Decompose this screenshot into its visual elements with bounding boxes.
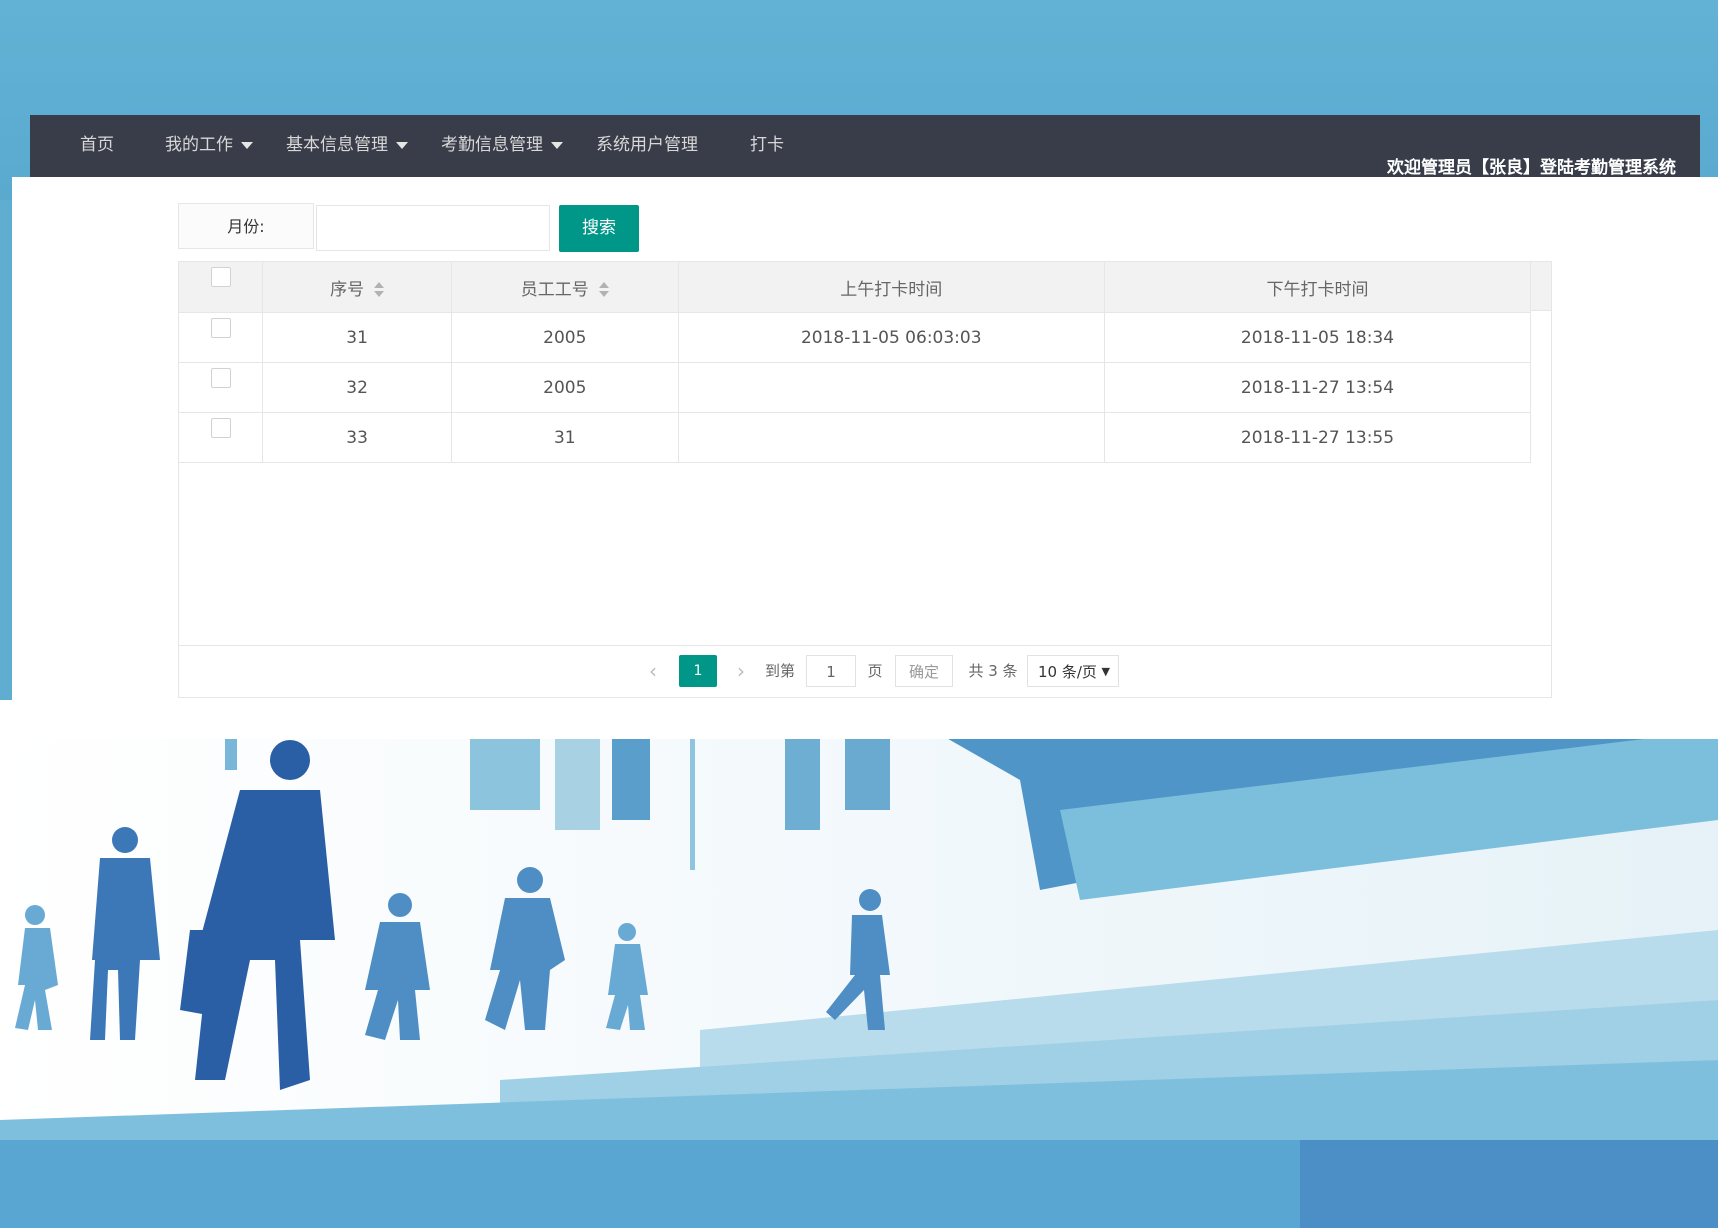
search-button[interactable]: 搜索	[559, 205, 639, 252]
header-scroll-filler	[1531, 262, 1551, 311]
table-row: 33 31 2018-11-27 13:55	[179, 412, 1532, 463]
welcome-text: 欢迎管理员【张良】登陆考勤管理系统	[1387, 158, 1676, 178]
goto-confirm-button[interactable]: 确定	[895, 655, 953, 687]
nav-system-users[interactable]: 系统用户管理	[596, 115, 698, 177]
data-table: 序号 员工工号 上午打卡时间 下午打卡时间 31 2005 2018-11-05…	[179, 262, 1532, 463]
cell-emp-no: 2005	[451, 362, 679, 413]
attendance-table: 序号 员工工号 上午打卡时间 下午打卡时间 31 2005 2018-11-05…	[178, 261, 1552, 698]
nav-attendance-info[interactable]: 考勤信息管理	[441, 115, 563, 177]
total-count: 共 3 条	[968, 662, 1018, 680]
table-row: 31 2005 2018-11-05 06:03:03 2018-11-05 1…	[179, 312, 1532, 363]
cell-am-time: 2018-11-05 06:03:03	[678, 312, 1105, 363]
cell-emp-no: 2005	[451, 312, 679, 363]
column-header-emp-no[interactable]: 员工工号	[451, 262, 679, 313]
sort-icon[interactable]	[374, 281, 385, 298]
content-panel: 月份: 搜索 序号 员工工号 上午打卡时间 下午打卡时间 31 2005 201…	[12, 177, 1718, 739]
column-header-pm-time-label: 下午打卡时间	[1266, 279, 1369, 300]
page-1-button[interactable]: 1	[679, 655, 717, 687]
prev-page-icon[interactable]: ‹	[643, 655, 663, 687]
cell-emp-no: 31	[451, 412, 679, 463]
month-label: 月份:	[178, 203, 314, 249]
column-header-id-label: 序号	[330, 279, 365, 300]
column-header-pm-time: 下午打卡时间	[1104, 262, 1532, 313]
row-checkbox[interactable]	[210, 417, 231, 438]
row-select-cell	[179, 412, 264, 463]
nav-basic-info[interactable]: 基本信息管理	[286, 115, 408, 177]
cell-am-time	[678, 412, 1105, 463]
caret-down-icon	[241, 141, 253, 149]
cell-id: 32	[262, 362, 452, 413]
next-page-icon[interactable]: ›	[731, 655, 751, 687]
goto-page-input[interactable]: 1	[806, 655, 856, 687]
row-checkbox[interactable]	[210, 317, 231, 338]
month-input[interactable]	[316, 205, 550, 251]
nav-my-work[interactable]: 我的工作	[165, 115, 253, 177]
row-select-cell	[179, 312, 264, 363]
nav-basic-info-label: 基本信息管理	[286, 135, 388, 155]
cell-pm-time: 2018-11-27 13:55	[1104, 412, 1532, 463]
row-select-cell	[179, 362, 264, 413]
caret-down-icon	[396, 141, 408, 149]
goto-label: 到第	[764, 662, 795, 680]
nav-attendance-info-label: 考勤信息管理	[441, 135, 543, 155]
nav-clock-in-label: 打卡	[750, 135, 784, 155]
cell-am-time	[678, 362, 1105, 413]
nav-clock-in[interactable]: 打卡	[750, 115, 784, 177]
nav-system-users-label: 系统用户管理	[596, 135, 698, 155]
top-navbar: 首页 我的工作 基本信息管理 考勤信息管理 系统用户管理 打卡 欢迎管理员【张良…	[30, 115, 1700, 178]
page-size-value: 10 条/页	[1038, 663, 1097, 681]
background-city-illustration	[0, 700, 1718, 1228]
nav-my-work-label: 我的工作	[165, 135, 233, 155]
row-checkbox[interactable]	[210, 367, 231, 388]
column-header-id[interactable]: 序号	[262, 262, 452, 313]
caret-down-icon	[551, 141, 563, 149]
cell-id: 33	[262, 412, 452, 463]
cell-pm-time: 2018-11-05 18:34	[1104, 312, 1532, 363]
dropdown-arrow-icon: ▼	[1101, 665, 1110, 678]
page-unit-label: 页	[867, 662, 883, 680]
sort-icon[interactable]	[598, 281, 609, 298]
table-row: 32 2005 2018-11-27 13:54	[179, 362, 1532, 413]
column-header-am-time: 上午打卡时间	[678, 262, 1105, 313]
nav-home[interactable]: 首页	[80, 115, 114, 177]
cell-id: 31	[262, 312, 452, 363]
column-header-emp-no-label: 员工工号	[520, 279, 589, 300]
table-header-row: 序号 员工工号 上午打卡时间 下午打卡时间	[179, 262, 1532, 313]
cell-pm-time: 2018-11-27 13:54	[1104, 362, 1532, 413]
page-size-select[interactable]: 10 条/页 ▼	[1027, 655, 1119, 687]
column-header-am-time-label: 上午打卡时间	[840, 279, 943, 300]
select-all-checkbox[interactable]	[210, 267, 231, 287]
nav-home-label: 首页	[80, 135, 114, 155]
pagination: ‹ 1 › 到第 1 页 确定 共 3 条 10 条/页 ▼	[179, 645, 1551, 698]
select-all-cell	[179, 262, 264, 313]
